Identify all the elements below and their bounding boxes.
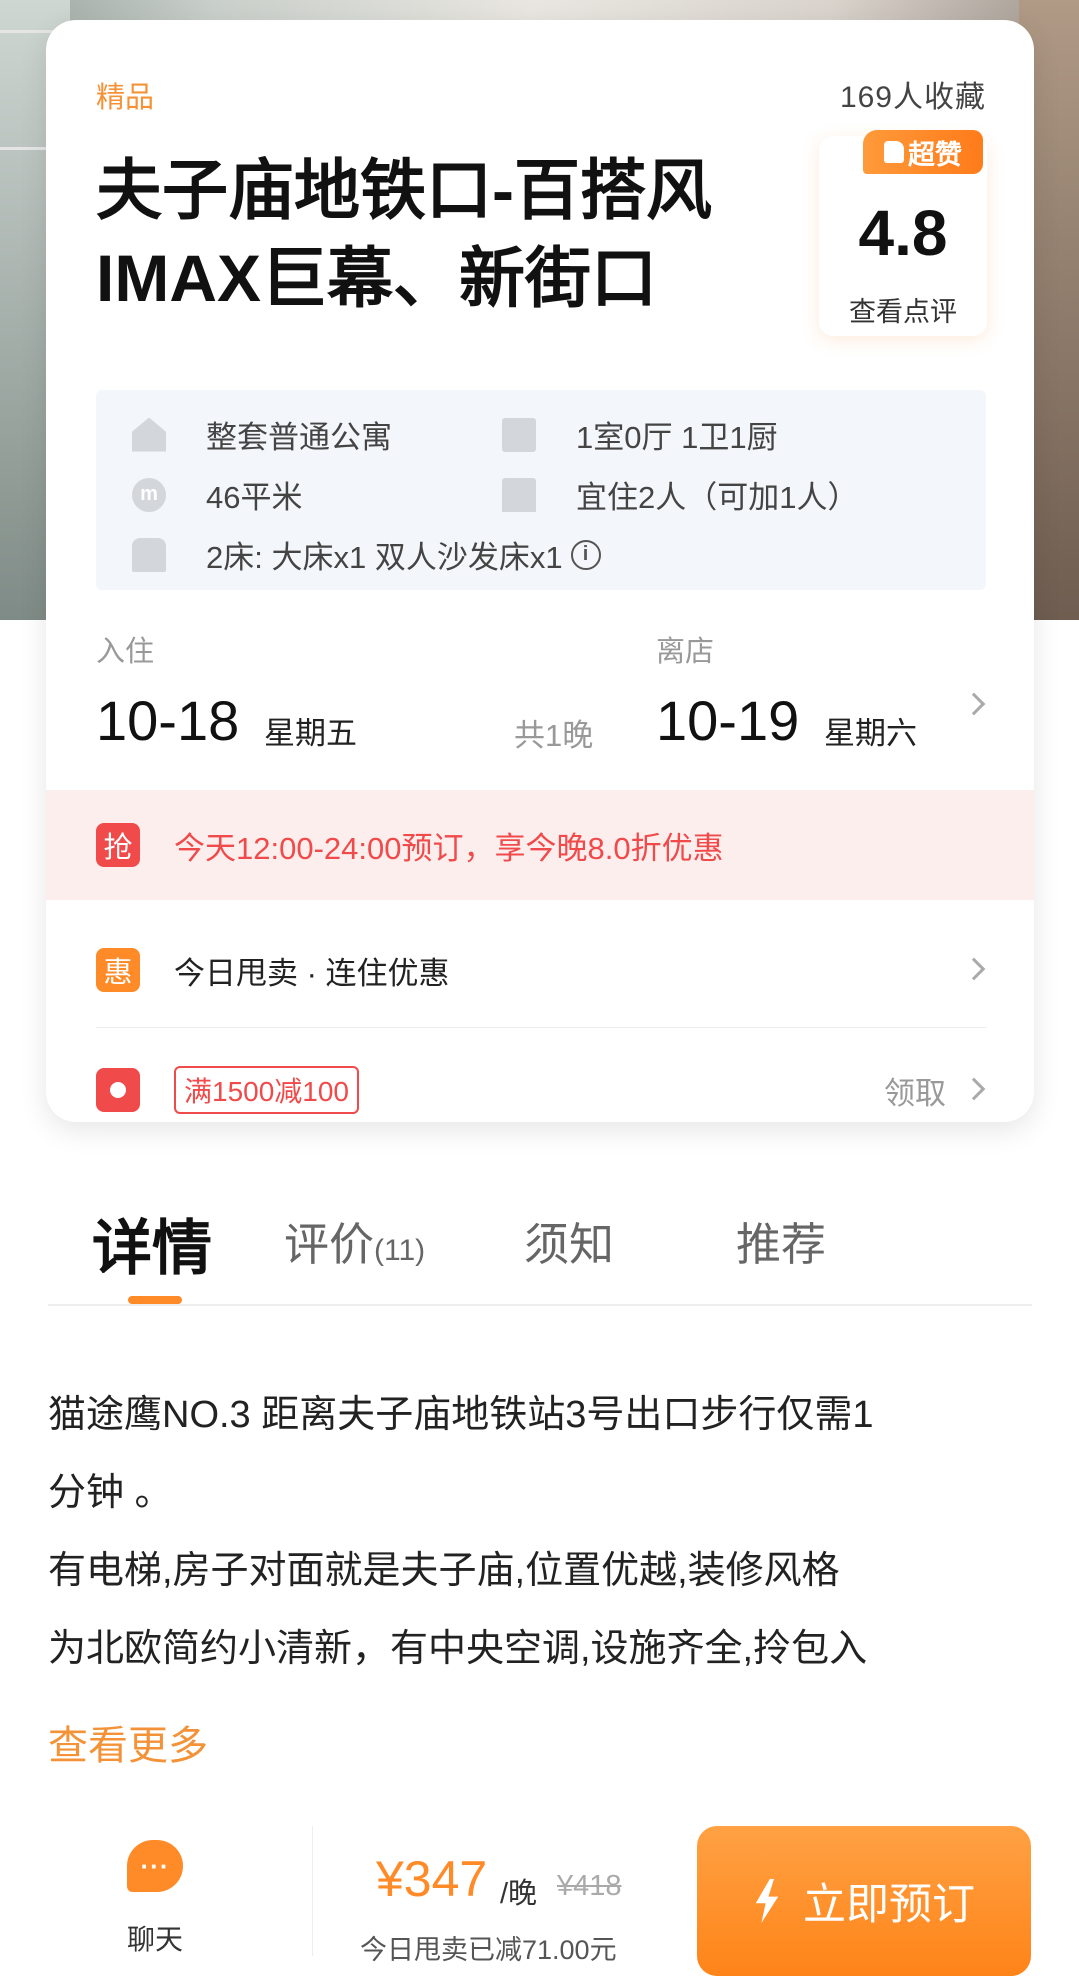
checkin-date: 10-18 xyxy=(96,689,240,752)
flash-sale-text: 今天12:00-24:00预订，享今晚8.0折优惠 xyxy=(174,830,724,866)
area-icon: m xyxy=(132,477,166,512)
rating-badge: 超赞 xyxy=(863,130,983,174)
description-line: 有电梯,房子对面就是夫子庙,位置优越,装修风格 xyxy=(48,1550,840,1592)
listing-description: 猫途鹰NO.3 距离夫子庙地铁站3号出口步行仅需1 分钟 。 有电梯,房子对面就… xyxy=(48,1376,1038,1688)
discount-note: 今日甩卖已减71.00元 xyxy=(360,1935,617,1965)
description-line: 猫途鹰NO.3 距离夫子庙地铁站3号出口步行仅需1 xyxy=(48,1394,874,1436)
description-line: 为北欧简约小清新，有中央空调,设施齐全,拎包入 xyxy=(48,1628,868,1670)
checkin-label: 入住 xyxy=(96,636,155,668)
stay-dates[interactable]: 入住 10-18 星期五 共1晚 离店 10-19 星期六 xyxy=(96,628,996,768)
view-reviews-link[interactable]: 查看点评 xyxy=(819,290,987,329)
property-info: 整套普通公寓 1室0厅 1卫1厨 m 46平米 宜住2人（可加1人） 2床: 大… xyxy=(96,390,986,590)
favorites-count[interactable]: 169人收藏 xyxy=(840,72,986,116)
checkout-weekday: 星期六 xyxy=(824,716,917,751)
area-text: 46平米 xyxy=(206,480,303,515)
tab-reviews-count: (11) xyxy=(374,1234,426,1267)
active-tab-indicator xyxy=(128,1296,182,1304)
rating-box[interactable]: 超赞 4.8 查看点评 xyxy=(819,130,987,336)
chat-bubble-icon: ··· xyxy=(127,1840,183,1892)
thumbs-up-icon xyxy=(884,141,904,163)
flash-sale-icon: 抢 xyxy=(96,823,140,867)
price-unit: /晚 xyxy=(500,1878,538,1910)
info-beds[interactable]: 2床: 大床x1 双人沙发床x1 i xyxy=(132,532,601,577)
current-price: ¥347 xyxy=(376,1851,488,1907)
door-icon xyxy=(502,417,536,452)
flash-sale-banner: 抢 今天12:00-24:00预订，享今晚8.0折优惠 xyxy=(46,790,1034,900)
house-icon xyxy=(132,417,166,452)
deal-text: 今日甩卖 · 连住优惠 xyxy=(174,955,450,991)
info-area: m 46平米 xyxy=(132,472,302,517)
info-room-layout: 1室0厅 1卫1厨 xyxy=(502,412,778,457)
tab-reviews-label: 评价 xyxy=(284,1219,375,1270)
listing-title: 夫子庙地铁口-百搭风IMAX巨幕、新街口 xyxy=(96,153,712,315)
premium-tag: 精品 xyxy=(96,82,155,114)
bed-icon xyxy=(502,477,536,512)
info-icon[interactable]: i xyxy=(570,539,601,570)
description-line: 分钟 。 xyxy=(48,1472,173,1514)
info-property-type: 整套普通公寓 xyxy=(132,412,392,457)
claim-coupon-button[interactable]: 领取 xyxy=(884,1068,946,1113)
info-guests: 宜住2人（可加1人） xyxy=(502,472,858,517)
view-more-link[interactable]: 查看更多 xyxy=(48,1713,208,1771)
checkout-date: 10-19 xyxy=(656,689,800,752)
room-layout-text: 1室0厅 1卫1厨 xyxy=(576,420,778,455)
chat-label: 聊天 xyxy=(126,1924,183,1955)
rating-score: 4.8 xyxy=(858,197,948,269)
chevron-right-icon xyxy=(962,957,986,981)
book-now-button[interactable]: 立即预订 xyxy=(697,1826,1031,1976)
tab-details[interactable]: 详情 xyxy=(92,1200,212,1287)
coupon-tag: 满1500减100 xyxy=(174,1066,360,1114)
deal-icon: 惠 xyxy=(96,948,140,992)
beds-text: 2床: 大床x1 双人沙发床x1 xyxy=(206,540,563,575)
checkout-label: 离店 xyxy=(656,636,715,668)
book-now-label: 立即预订 xyxy=(803,1881,975,1929)
chevron-right-icon xyxy=(962,1077,986,1101)
chat-button[interactable]: ··· 聊天 xyxy=(100,1840,210,1958)
bottom-booking-bar: ··· 聊天 ¥347 /晚 ¥418 今日甩卖已减71.00元 立即预订 xyxy=(0,1810,1079,1983)
section-tabs: 详情 评价(11) 须知 推荐 xyxy=(48,1200,1032,1306)
nights-count: 共1晚 xyxy=(514,718,594,753)
guests-text: 宜住2人（可加1人） xyxy=(576,480,859,515)
deal-row[interactable]: 惠 今日甩卖 · 连住优惠 xyxy=(96,915,986,1025)
listing-card: 精品 169人收藏 夫子庙地铁口-百搭风IMAX巨幕、新街口 超赞 4.8 查看… xyxy=(46,20,1034,1122)
original-price: ¥418 xyxy=(557,1870,622,1902)
chevron-right-icon xyxy=(962,692,986,716)
tab-recommend[interactable]: 推荐 xyxy=(736,1208,826,1273)
tab-rules[interactable]: 须知 xyxy=(524,1208,614,1273)
property-type-text: 整套普通公寓 xyxy=(206,420,392,455)
checkin-weekday: 星期五 xyxy=(264,716,357,751)
coupon-row[interactable]: 满1500减100 领取 xyxy=(96,1035,986,1145)
rating-badge-label: 超赞 xyxy=(908,139,962,170)
tab-reviews[interactable]: 评价(11) xyxy=(284,1208,425,1273)
divider xyxy=(312,1826,313,1956)
coupon-icon xyxy=(96,1068,140,1112)
lightning-icon xyxy=(755,1879,779,1923)
sofa-icon xyxy=(132,537,166,572)
divider xyxy=(96,1027,986,1028)
